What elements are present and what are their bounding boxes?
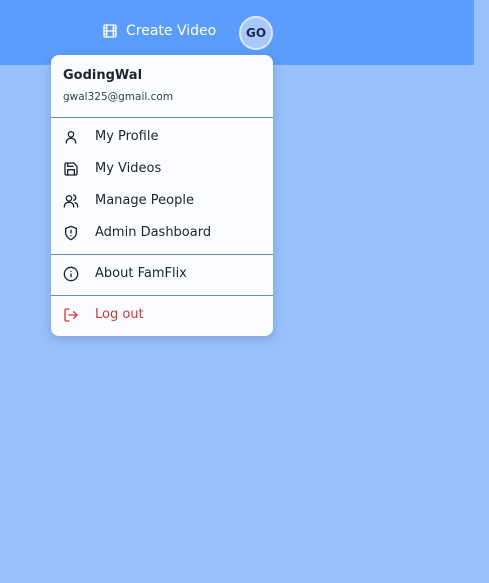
menu-item-label: About FamFlix bbox=[95, 266, 187, 281]
save-icon bbox=[63, 161, 79, 177]
menu-divider bbox=[51, 254, 273, 255]
info-icon bbox=[63, 266, 79, 282]
avatar[interactable]: GO bbox=[239, 16, 273, 50]
user-dropdown-menu: GodingWal gwal325@gmail.com My Profile M… bbox=[51, 55, 273, 336]
menu-item-my-profile[interactable]: My Profile bbox=[51, 123, 273, 151]
menu-item-label: Log out bbox=[95, 307, 144, 322]
create-video-label: Create Video bbox=[126, 23, 217, 39]
user-email: gwal325@gmail.com bbox=[63, 91, 174, 103]
user-info: GodingWal gwal325@gmail.com bbox=[63, 68, 173, 104]
avatar-initials: GO bbox=[245, 26, 267, 40]
menu-item-log-out[interactable]: Log out bbox=[51, 301, 273, 329]
user-icon bbox=[63, 129, 79, 145]
shield-alert-icon bbox=[63, 225, 79, 241]
menu-item-label: Manage People bbox=[95, 193, 194, 208]
user-name: GodingWal bbox=[63, 68, 143, 83]
menu-item-label: My Profile bbox=[95, 129, 159, 144]
film-icon bbox=[102, 23, 118, 39]
users-icon bbox=[63, 193, 79, 209]
create-video-button[interactable]: Create Video bbox=[102, 21, 216, 41]
menu-item-label: Admin Dashboard bbox=[95, 225, 212, 240]
menu-item-label: My Videos bbox=[95, 161, 162, 176]
menu-divider bbox=[51, 117, 273, 118]
menu-item-about[interactable]: About FamFlix bbox=[51, 260, 273, 288]
menu-divider bbox=[51, 295, 273, 296]
menu-item-admin-dashboard[interactable]: Admin Dashboard bbox=[51, 219, 273, 247]
log-out-icon bbox=[63, 307, 79, 323]
menu-item-my-videos[interactable]: My Videos bbox=[51, 155, 273, 183]
menu-item-manage-people[interactable]: Manage People bbox=[51, 187, 273, 215]
